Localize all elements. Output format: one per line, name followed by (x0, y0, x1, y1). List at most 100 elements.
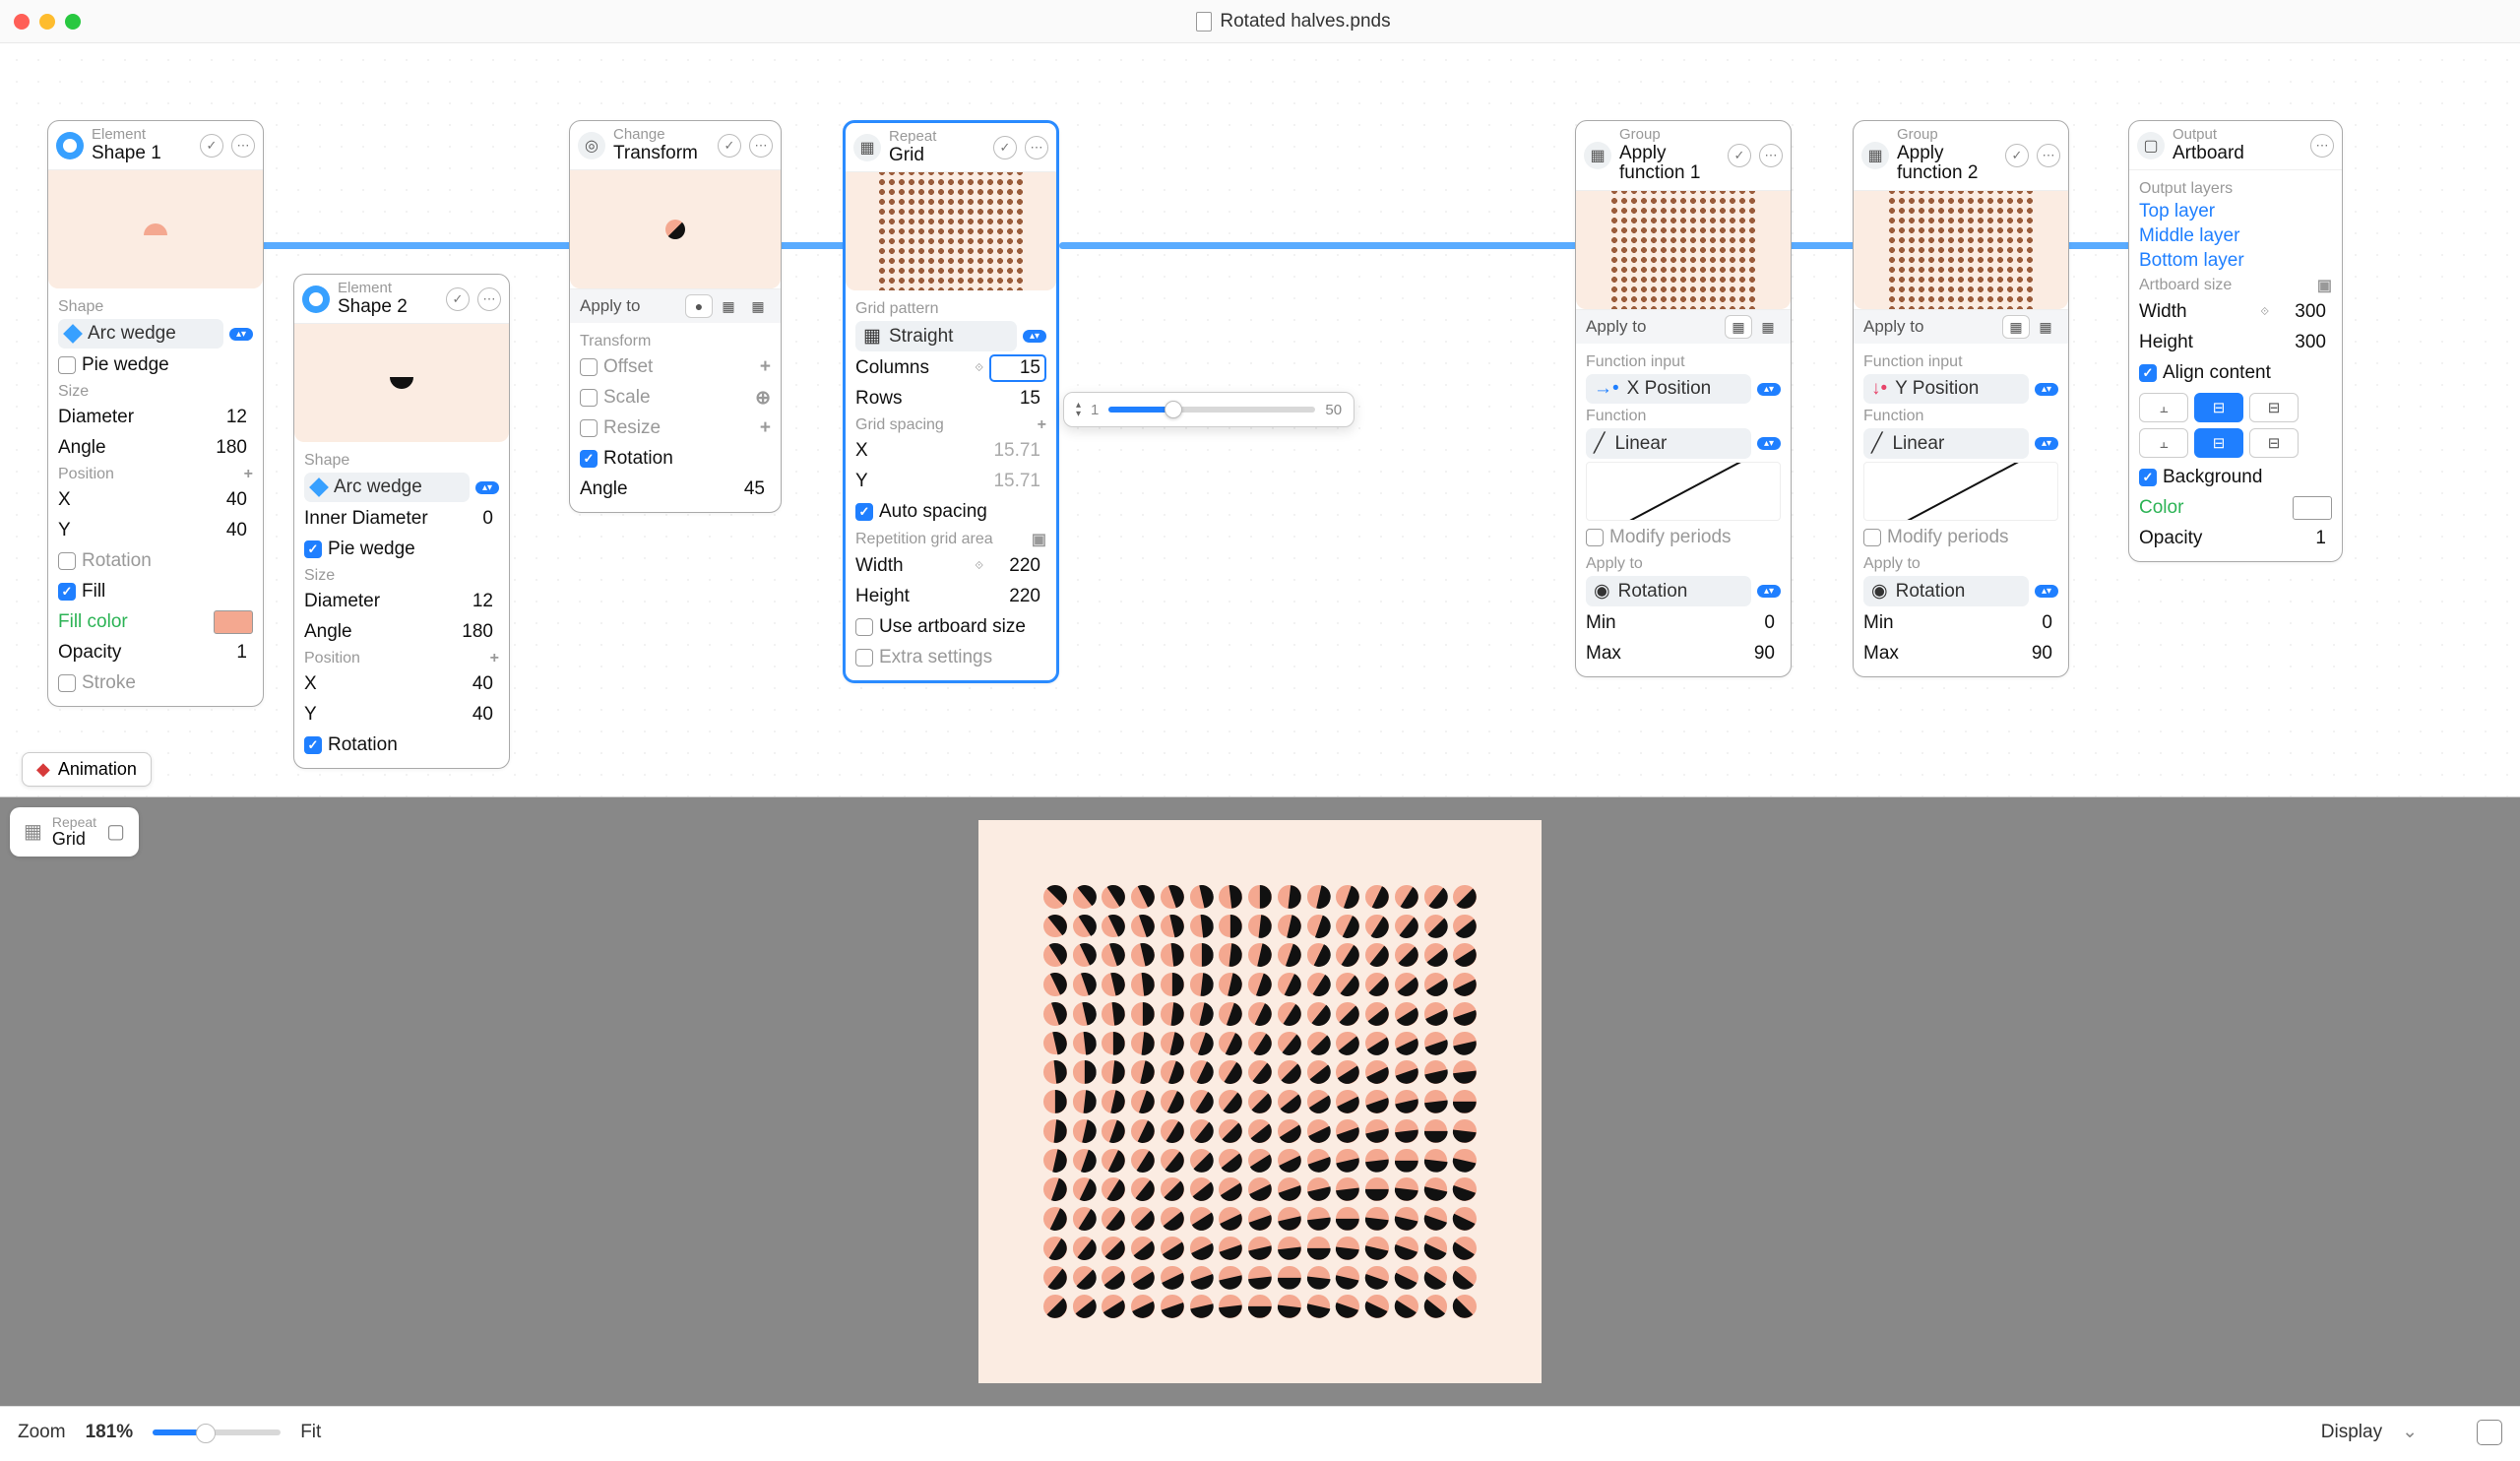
apply-to-segment[interactable]: ●▦▦ (686, 295, 771, 317)
bottom-layer-link[interactable]: Bottom layer (2139, 250, 2332, 272)
node-menu-button[interactable]: ⋯ (2310, 134, 2334, 158)
height-value[interactable]: 300 (2275, 332, 2332, 353)
node-menu-button[interactable]: ⋯ (477, 287, 501, 311)
render-preview-area[interactable]: ▦ Repeat Grid ▢ (0, 797, 2520, 1406)
minimize-window[interactable] (39, 14, 55, 30)
node-transform[interactable]: ◎ Change Transform ✓ ⋯ Apply to ●▦▦ Tran… (569, 120, 782, 513)
slider-thumb[interactable] (1165, 401, 1182, 418)
x-value[interactable]: 40 (442, 673, 499, 695)
pattern-select[interactable]: ▦ Straight (855, 321, 1017, 351)
angle-value[interactable]: 45 (714, 478, 771, 500)
animation-button[interactable]: Animation (22, 752, 152, 787)
align-vertical-group[interactable]: ⫠⊟⊟ (2139, 428, 2332, 458)
close-window[interactable] (14, 14, 30, 30)
stroke-checkbox[interactable] (58, 674, 76, 692)
max-value[interactable]: 90 (1724, 643, 1781, 665)
node-check-button[interactable]: ✓ (993, 136, 1017, 159)
node-canvas[interactable]: Element Shape 1 ✓ ⋯ Shape Arc wedge ▴▾ P… (0, 43, 2520, 797)
function-select[interactable]: ╱ Linear (1863, 428, 2029, 459)
auto-spacing-checkbox[interactable] (855, 503, 873, 521)
dropdown-toggle[interactable]: ▴▾ (475, 481, 499, 494)
align-content-checkbox[interactable] (2139, 364, 2157, 382)
scale-checkbox[interactable] (580, 389, 598, 407)
fill-checkbox[interactable] (58, 583, 76, 601)
columns-value[interactable]: 15 (989, 354, 1046, 382)
dropdown-toggle[interactable]: ▴▾ (229, 328, 253, 341)
y-value[interactable]: 40 (196, 520, 253, 541)
zoom-slider[interactable] (153, 1429, 281, 1435)
dropdown-toggle[interactable]: ▴▾ (1757, 437, 1781, 450)
pie-wedge-checkbox[interactable] (58, 356, 76, 374)
shape-kind-select[interactable]: Arc wedge (304, 473, 470, 502)
diameter-value[interactable]: 12 (196, 407, 253, 428)
input-kind-select[interactable]: →• X Position (1586, 374, 1751, 404)
align-horizontal-group[interactable]: ⫠⊟⊟ (2139, 393, 2332, 422)
bg-color-swatch[interactable] (2293, 496, 2332, 520)
node-check-button[interactable]: ✓ (718, 134, 741, 158)
rotation-checkbox[interactable] (304, 736, 322, 754)
resize-checkbox[interactable] (580, 419, 598, 437)
background-checkbox[interactable] (2139, 469, 2157, 486)
dropdown-toggle[interactable]: ▴▾ (2035, 585, 2058, 598)
opacity-value[interactable]: 1 (196, 642, 253, 664)
fill-color-swatch[interactable] (214, 610, 253, 634)
width-value[interactable]: 220 (989, 555, 1046, 577)
diameter-value[interactable]: 12 (442, 591, 499, 612)
node-menu-button[interactable]: ⋯ (749, 134, 773, 158)
dropdown-toggle[interactable]: ▴▾ (1023, 330, 1046, 343)
use-artboard-size-checkbox[interactable] (855, 618, 873, 636)
columns-slider[interactable] (1108, 407, 1315, 413)
node-menu-button[interactable]: ⋯ (231, 134, 255, 158)
apply-to-segment[interactable]: ▦▦ (1726, 316, 1781, 338)
width-value[interactable]: 300 (2275, 301, 2332, 323)
node-menu-button[interactable]: ⋯ (2037, 144, 2060, 167)
rotation-checkbox[interactable] (580, 450, 598, 468)
node-menu-button[interactable]: ⋯ (1759, 144, 1783, 167)
max-value[interactable]: 90 (2001, 643, 2058, 665)
node-check-button[interactable]: ✓ (446, 287, 470, 311)
preview-node-chip[interactable]: ▦ Repeat Grid ▢ (10, 807, 139, 857)
inner-diameter-value[interactable]: 0 (442, 508, 499, 530)
rotation-checkbox[interactable] (58, 552, 76, 570)
node-apply-function-1[interactable]: ▦ Group Apply function 1 ✓ ⋯ Apply to ▦▦… (1575, 120, 1792, 677)
display-menu[interactable]: Display (2321, 1422, 2382, 1443)
dropdown-toggle[interactable]: ▴▾ (2035, 383, 2058, 396)
pie-wedge-checkbox[interactable] (304, 540, 322, 558)
fullscreen-button[interactable] (2477, 1420, 2502, 1445)
function-select[interactable]: ╱ Linear (1586, 428, 1751, 459)
dropdown-toggle[interactable]: ▴▾ (1757, 585, 1781, 598)
angle-value[interactable]: 180 (442, 621, 499, 643)
spacing-x-value[interactable]: 15.71 (989, 440, 1046, 462)
node-check-button[interactable]: ✓ (2005, 144, 2029, 167)
min-value[interactable]: 0 (2001, 612, 2058, 634)
x-value[interactable]: 40 (196, 489, 253, 511)
stepper-arrows[interactable]: ▴▾ (1076, 401, 1081, 418)
maximize-window[interactable] (65, 14, 81, 30)
modify-periods-checkbox[interactable] (1863, 529, 1881, 546)
shape-kind-select[interactable]: Arc wedge (58, 319, 223, 349)
node-apply-function-2[interactable]: ▦ Group Apply function 2 ✓ ⋯ Apply to ▦▦… (1853, 120, 2069, 677)
node-shape-1[interactable]: Element Shape 1 ✓ ⋯ Shape Arc wedge ▴▾ P… (47, 120, 264, 707)
height-value[interactable]: 220 (989, 586, 1046, 607)
offset-checkbox[interactable] (580, 358, 598, 376)
y-value[interactable]: 40 (442, 704, 499, 726)
min-value[interactable]: 0 (1724, 612, 1781, 634)
extra-settings-checkbox[interactable] (855, 649, 873, 667)
target-select[interactable]: ◉ Rotation (1863, 576, 2029, 606)
spacing-y-value[interactable]: 15.71 (989, 471, 1046, 492)
modify-periods-checkbox[interactable] (1586, 529, 1604, 546)
input-kind-select[interactable]: ↓• Y Position (1863, 374, 2029, 404)
top-layer-link[interactable]: Top layer (2139, 201, 2332, 222)
rows-value[interactable]: 15 (989, 388, 1046, 410)
node-check-button[interactable]: ✓ (1728, 144, 1751, 167)
target-select[interactable]: ◉ Rotation (1586, 576, 1751, 606)
middle-layer-link[interactable]: Middle layer (2139, 225, 2332, 247)
node-check-button[interactable]: ✓ (200, 134, 223, 158)
fit-button[interactable]: Fit (300, 1422, 321, 1443)
dropdown-toggle[interactable]: ▴▾ (1757, 383, 1781, 396)
node-shape-2[interactable]: Element Shape 2 ✓ ⋯ Shape Arc wedge ▴▾ I… (293, 274, 510, 769)
add-position-icon[interactable]: + (244, 466, 253, 483)
node-artboard[interactable]: ▢ Output Artboard ⋯ Output layers Top la… (2128, 120, 2343, 562)
apply-to-segment[interactable]: ▦▦ (2003, 316, 2058, 338)
dropdown-toggle[interactable]: ▴▾ (2035, 437, 2058, 450)
